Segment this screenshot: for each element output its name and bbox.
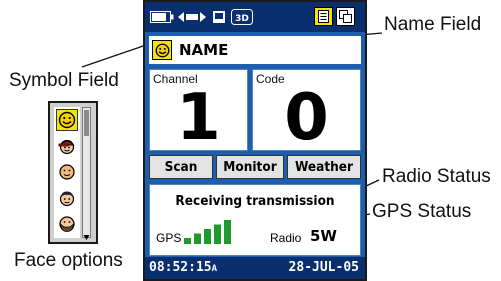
battery-icon — [150, 11, 174, 23]
smiley-face-icon — [58, 111, 76, 129]
device-screen: 3D NAME Channel 1 Code 0 Scan Monitor We… — [143, 0, 367, 281]
transmit-arrows-icon — [178, 12, 206, 22]
scroll-down-arrow-icon[interactable] — [83, 228, 90, 240]
time-display: 08:52:15A — [149, 260, 217, 275]
scan-button[interactable]: Scan — [149, 155, 213, 179]
date-display: 28-JUL-05 — [288, 260, 359, 275]
gps-signal-bar — [214, 224, 221, 244]
cap-face-icon — [58, 139, 75, 155]
gps-signal-bar — [184, 238, 191, 244]
3d-fix-icon: 3D — [231, 9, 253, 25]
page-menu-icon[interactable] — [314, 7, 333, 26]
hair-face-icon — [59, 191, 75, 207]
gps-signal-bar — [194, 233, 201, 244]
weather-button[interactable]: Weather — [287, 155, 361, 179]
gps-signal-bar — [204, 229, 211, 244]
face-option-hair[interactable] — [56, 187, 78, 209]
gps-signal-bars — [184, 220, 231, 244]
face-option-plain[interactable] — [56, 161, 78, 183]
radio-label: Radio — [270, 231, 302, 245]
radio-power-value: 5W — [310, 227, 337, 245]
monitor-button[interactable]: Monitor — [216, 155, 284, 179]
channel-value: 1 — [176, 81, 221, 155]
gps-signal-bar — [224, 220, 231, 244]
status-bar: 3D — [145, 2, 365, 32]
channel-box[interactable]: Channel 1 — [149, 69, 248, 151]
code-box[interactable]: Code 0 — [252, 69, 361, 151]
face-option-beard[interactable] — [56, 213, 78, 235]
face-option-smiley[interactable] — [56, 109, 78, 131]
window-switch-icon[interactable] — [336, 7, 355, 26]
time-suffix: A — [211, 264, 218, 274]
face-list-inner — [54, 107, 80, 238]
radio-status-message: Receiving transmission — [175, 193, 335, 209]
time-value: 08:52:15 — [149, 260, 212, 275]
symbol-field[interactable] — [152, 40, 172, 60]
face-option-cap[interactable] — [56, 135, 78, 157]
plain-face-icon — [59, 164, 75, 180]
beard-face-icon — [59, 216, 75, 232]
bottom-bar: 08:52:15A 28-JUL-05 — [145, 257, 365, 279]
status-panel: Receiving transmission GPS Radio 5W — [149, 184, 361, 256]
scrollbar-thumb[interactable] — [84, 110, 89, 136]
name-field[interactable]: NAME — [179, 41, 228, 59]
name-field-row: NAME — [149, 36, 361, 64]
code-label: Code — [256, 72, 285, 86]
svg-text:3D: 3D — [235, 14, 249, 24]
code-value: 0 — [284, 81, 329, 155]
face-options-list — [48, 101, 98, 244]
gps-label: GPS — [156, 231, 182, 245]
face-list-scrollbar[interactable] — [82, 107, 91, 240]
smiley-face-icon — [155, 43, 169, 57]
symbol-field-leader — [81, 43, 150, 68]
flag-icon — [213, 11, 225, 23]
